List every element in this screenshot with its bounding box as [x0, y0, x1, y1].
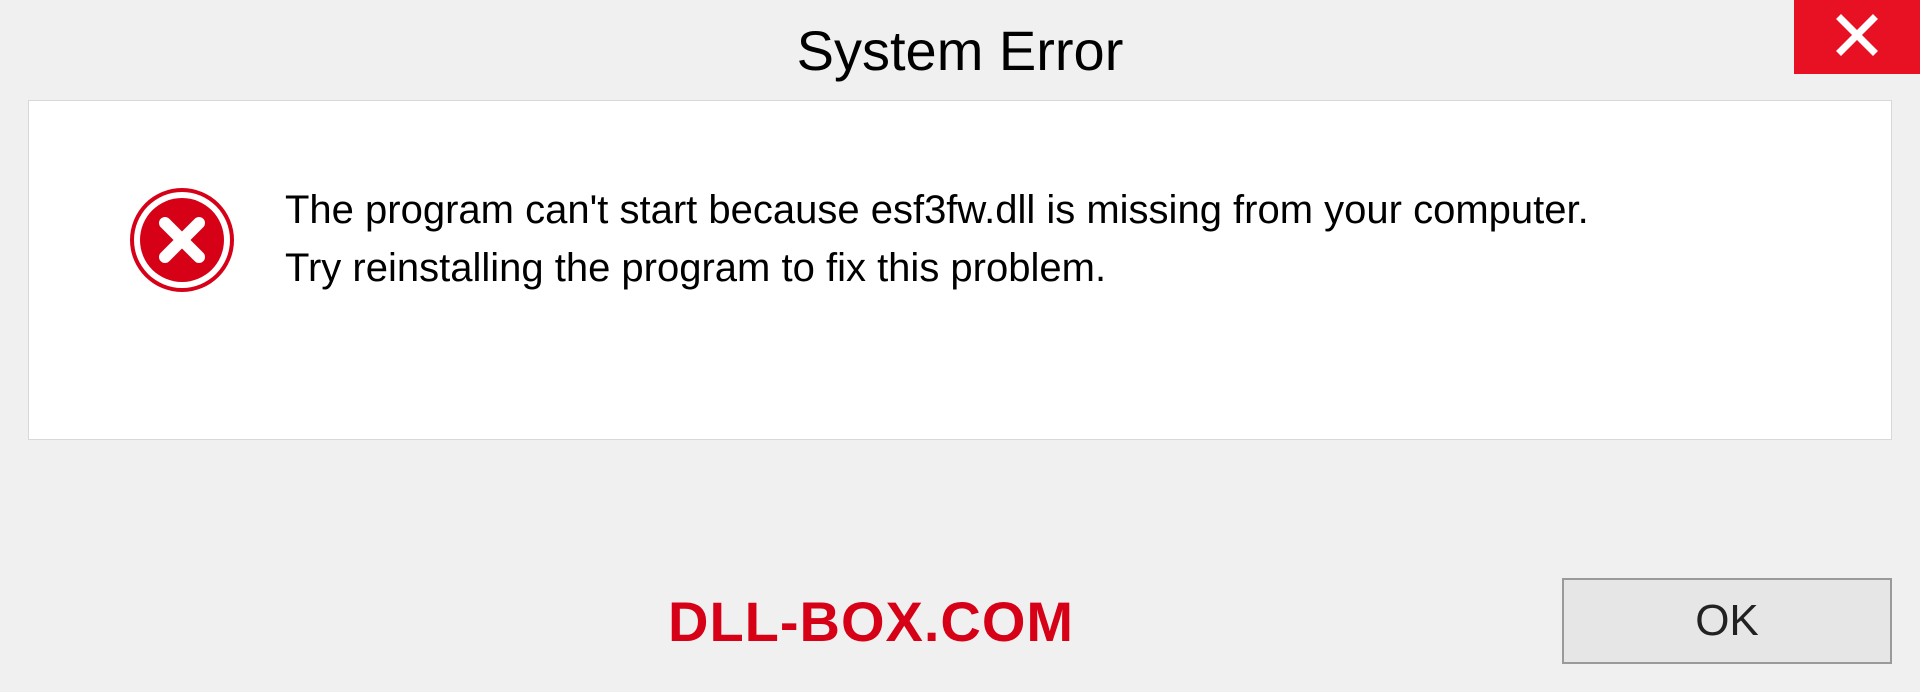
- error-message: The program can't start because esf3fw.d…: [285, 181, 1589, 297]
- brand-watermark: DLL-BOX.COM: [28, 589, 1074, 654]
- error-message-line1: The program can't start because esf3fw.d…: [285, 181, 1589, 239]
- titlebar: System Error: [0, 0, 1920, 100]
- close-icon: [1835, 13, 1879, 62]
- error-message-line2: Try reinstalling the program to fix this…: [285, 239, 1589, 297]
- dialog-content: The program can't start because esf3fw.d…: [28, 100, 1892, 440]
- window-title: System Error: [797, 18, 1124, 83]
- close-button[interactable]: [1794, 0, 1920, 74]
- ok-button[interactable]: OK: [1562, 578, 1892, 664]
- dialog-footer: DLL-BOX.COM OK: [28, 578, 1892, 664]
- error-icon: [129, 187, 235, 293]
